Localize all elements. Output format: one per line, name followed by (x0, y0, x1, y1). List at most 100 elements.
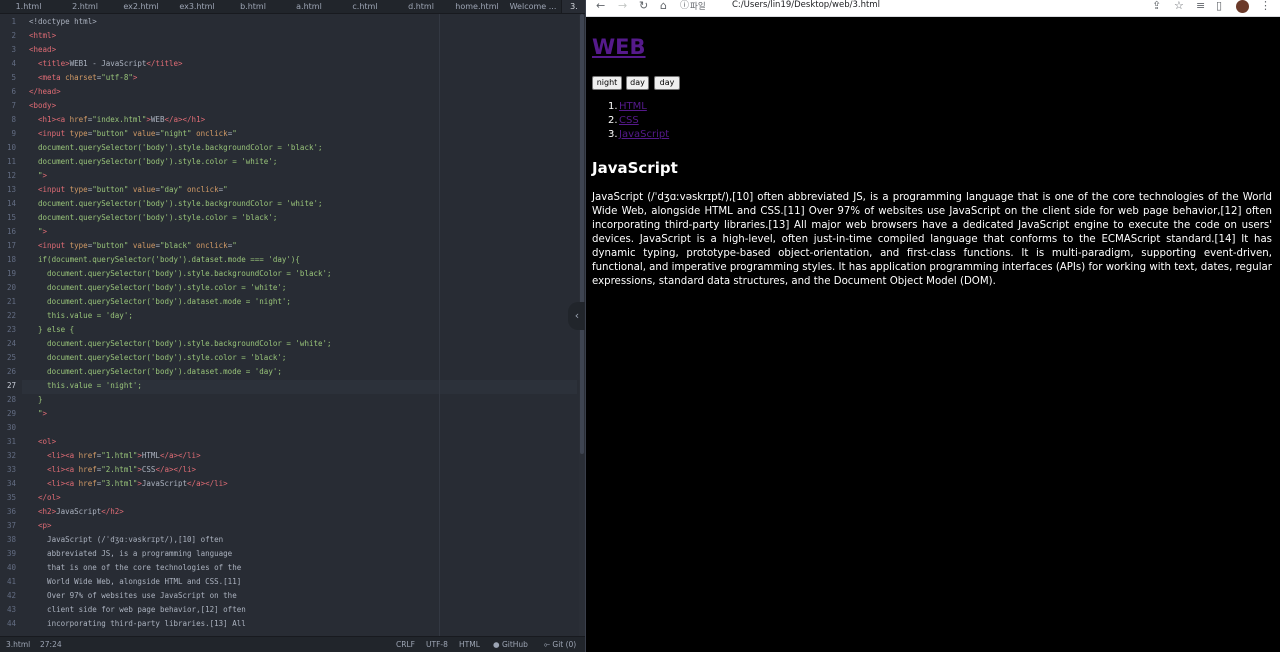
tab-ex3-html[interactable]: ex3.html (169, 0, 225, 13)
status-cursor-position[interactable]: 27:24 (40, 640, 62, 649)
code-line[interactable]: JavaScript (/ˈdʒɑːvəskrɪpt/),[10] often (29, 533, 223, 547)
home-icon[interactable]: ⌂ (660, 0, 667, 14)
code-token: <input (38, 129, 70, 138)
code-line[interactable]: <meta charset="utf-8"> (29, 71, 137, 85)
code-line[interactable]: </head> (29, 85, 61, 99)
more-menu-icon[interactable]: ⋮ (1260, 0, 1271, 14)
code-line[interactable]: } else { (29, 323, 74, 337)
code-token: value (128, 185, 156, 194)
code-line[interactable]: </ol> (29, 491, 61, 505)
code-line[interactable]: "> (29, 225, 47, 239)
code-line[interactable]: <ol> (29, 435, 56, 449)
code-line[interactable]: document.querySelector('body').dataset.m… (29, 295, 291, 309)
line-number: 30 (6, 423, 16, 432)
status-encoding[interactable]: UTF-8 (426, 640, 448, 649)
code-line[interactable]: that is one of the core technologies of … (29, 561, 241, 575)
bookmark-star-icon[interactable]: ☆ (1174, 0, 1184, 14)
code-line[interactable]: <li><a href="3.html">JavaScript</a></li> (29, 477, 228, 491)
code-editor[interactable]: 1.html 2.html ex2.html ex3.html b.html a… (0, 0, 586, 652)
code-line[interactable]: document.querySelector('body').style.col… (29, 155, 277, 169)
info-icon[interactable]: ⓘ (680, 0, 689, 14)
code-line[interactable]: document.querySelector('body').style.bac… (29, 267, 331, 281)
reload-icon[interactable]: ↻ (639, 0, 648, 14)
back-icon[interactable]: ← (596, 0, 605, 14)
address-bar[interactable]: ⓘ 파일 C:/Users/lin19/Desktop/web/3.html (678, 0, 1158, 13)
code-line[interactable]: document.querySelector('body').style.col… (29, 281, 286, 295)
site-title-link[interactable]: WEB (592, 35, 646, 59)
code-line[interactable]: if(document.querySelector('body').datase… (29, 253, 300, 267)
code-line[interactable]: incorporating third-party libraries.[13]… (29, 617, 246, 631)
code-line[interactable]: <h1><a href="index.html">WEB</a></h1> (29, 113, 205, 127)
code-line[interactable]: document.querySelector('body').style.bac… (29, 197, 322, 211)
code-line[interactable]: document.querySelector('body').style.col… (29, 211, 277, 225)
code-token: type (69, 129, 88, 138)
code-line[interactable]: <p> (29, 519, 52, 533)
code-token: "1.html" (101, 451, 138, 460)
code-token: client side for web page behavior,[12] o… (29, 605, 246, 614)
status-line-ending[interactable]: CRLF (396, 640, 415, 649)
tab-b-html[interactable]: b.html (225, 0, 281, 13)
toggle-mode-button[interactable]: day (654, 76, 680, 90)
code-line[interactable]: } (29, 393, 43, 407)
code-token: <meta (38, 73, 66, 82)
forward-icon[interactable]: → (618, 0, 627, 14)
code-line[interactable]: <input type="button" value="night" oncli… (29, 127, 237, 141)
code-line[interactable]: <li><a href="2.html">CSS</a></li> (29, 463, 196, 477)
line-number: 16 (6, 227, 16, 236)
collapse-pane-button[interactable]: ‹ (568, 302, 586, 330)
code-line[interactable]: Over 97% of websites use JavaScript on t… (29, 589, 237, 603)
code-line[interactable]: <h2>JavaScript</h2> (29, 505, 124, 519)
code-line[interactable]: <input type="button" value="day" onclick… (29, 183, 228, 197)
address-url[interactable]: C:/Users/lin19/Desktop/web/3.html (732, 0, 880, 10)
code-line[interactable]: <head> (29, 43, 56, 57)
code-line[interactable]: <input type="button" value="black" oncli… (29, 239, 237, 253)
side-panel-icon[interactable]: ▯ (1216, 0, 1222, 14)
share-icon[interactable]: ⇪ (1152, 0, 1161, 14)
tab-c-html[interactable]: c.html (337, 0, 393, 13)
profile-avatar[interactable] (1236, 0, 1249, 13)
editor-scrollbar-thumb[interactable] (580, 14, 584, 454)
status-github[interactable]: ● GitHub (493, 640, 528, 649)
tab-1-html[interactable]: 1.html (0, 0, 57, 13)
tab-home-html[interactable]: home.html (449, 0, 505, 13)
code-line[interactable]: abbreviated JS, is a programming languag… (29, 547, 232, 561)
code-line[interactable]: document.querySelector('body').dataset.m… (29, 365, 282, 379)
code-line[interactable]: this.value = 'day'; (29, 309, 133, 323)
code-line[interactable]: client side for web page behavior,[12] o… (29, 603, 246, 617)
code-line[interactable]: document.querySelector('body').style.col… (29, 351, 286, 365)
reading-list-icon[interactable]: ≡ (1196, 0, 1205, 14)
code-area[interactable]: <!doctype html> <html> <head> <title>WEB1 … (29, 14, 579, 636)
code-token: HTML (141, 451, 160, 460)
tab-welcome[interactable]: Welcome ... (505, 0, 561, 13)
tab-d-html[interactable]: d.html (393, 0, 449, 13)
status-git[interactable]: ⟜ Git (0) (544, 640, 576, 650)
night-button[interactable]: night (592, 76, 622, 90)
tab-2-html[interactable]: 2.html (57, 0, 113, 13)
code-line[interactable]: "> (29, 169, 47, 183)
code-token: > (42, 409, 48, 418)
nav-link-javascript[interactable]: JavaScript (619, 129, 669, 140)
code-line[interactable]: <li><a href="1.html">HTML</a></li> (29, 449, 201, 463)
code-line[interactable]: "> (29, 407, 47, 421)
tab-a-html[interactable]: a.html (281, 0, 337, 13)
code-line[interactable]: <body> (29, 99, 56, 113)
line-number: 38 (6, 535, 16, 544)
status-grammar[interactable]: HTML (459, 640, 480, 649)
nav-link-html[interactable]: HTML (619, 101, 647, 112)
code-line[interactable]: World Wide Web, alongside HTML and CSS.[… (29, 575, 241, 589)
code-line[interactable]: this.value = 'night'; (29, 379, 142, 393)
code-line[interactable]: <title>WEB1 - JavaScript</title> (29, 57, 183, 71)
code-line[interactable]: <html> (29, 29, 56, 43)
code-line[interactable]: document.querySelector('body').style.bac… (29, 141, 322, 155)
code-token: CSS (141, 465, 156, 474)
line-number: 14 (6, 199, 16, 208)
tab-ex2-html[interactable]: ex2.html (113, 0, 169, 13)
status-file[interactable]: 3.html (6, 640, 30, 649)
day-button[interactable]: day (626, 76, 649, 90)
line-number: 31 (6, 437, 16, 446)
code-line[interactable]: document.querySelector('body').style.bac… (29, 337, 331, 351)
code-token: JavaScript (/ˈdʒɑːvəskrɪpt/),[10] often (29, 535, 224, 544)
code-line[interactable]: <!doctype html> (29, 15, 97, 29)
nav-link-css[interactable]: CSS (619, 115, 639, 126)
tab-3-html[interactable]: 3. (561, 0, 586, 13)
